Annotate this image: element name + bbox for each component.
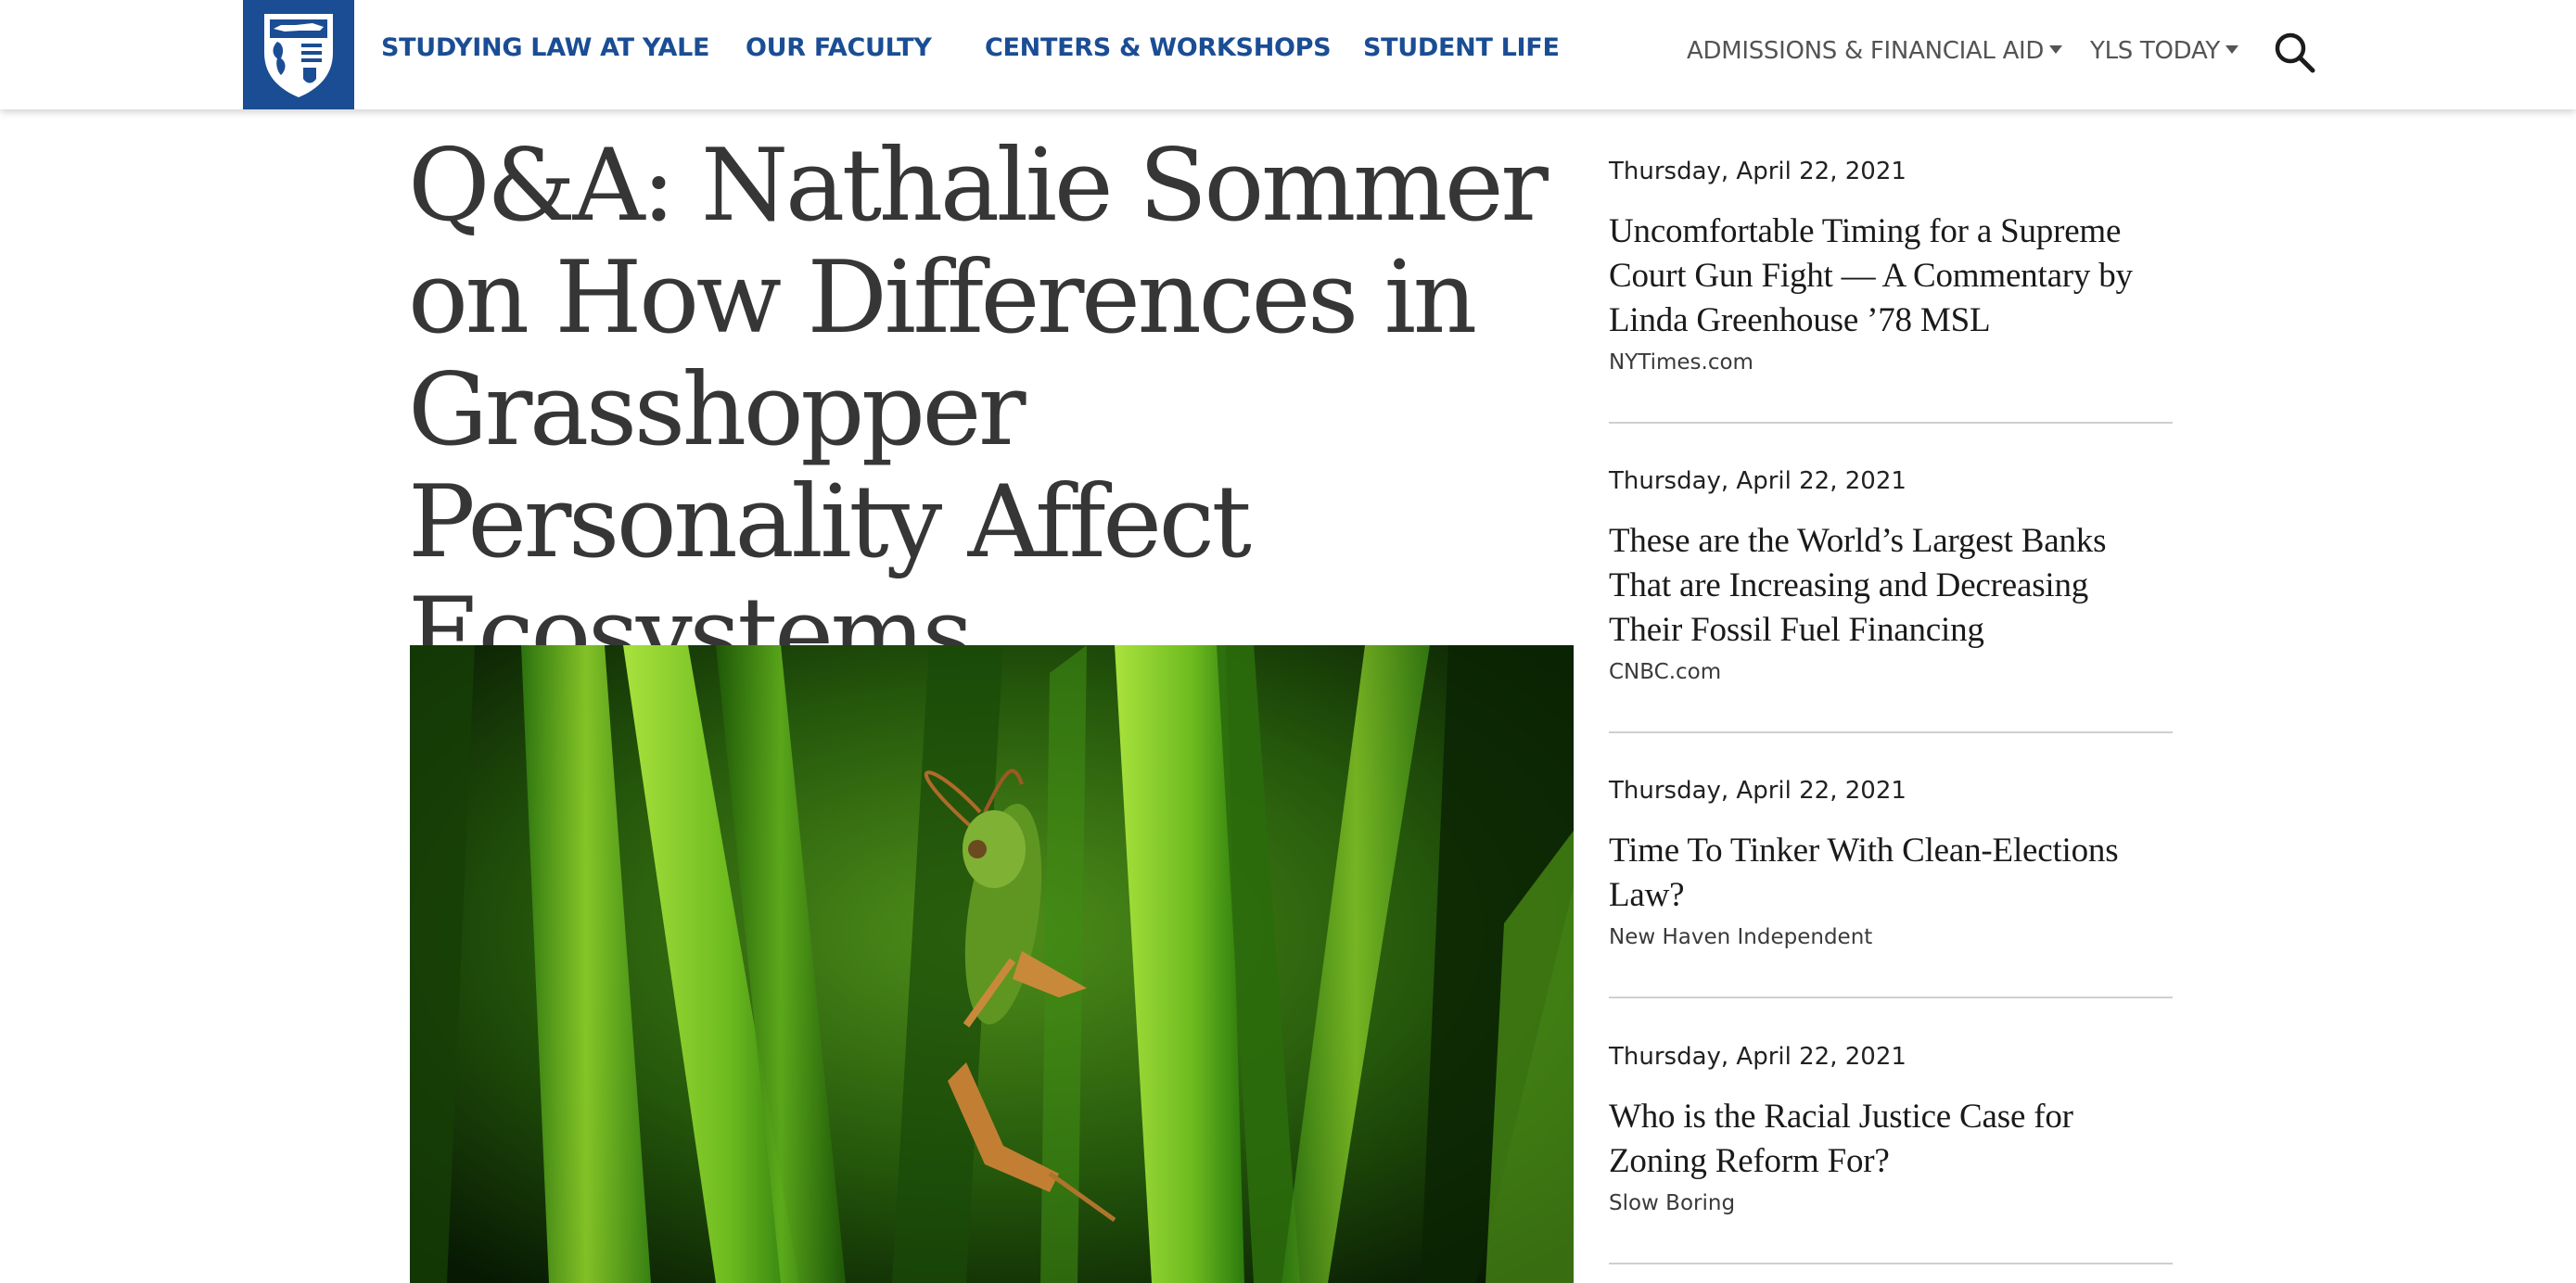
nav-yls-today[interactable]: YLS TODAY: [2090, 37, 2238, 65]
news-date: Thursday, April 22, 2021: [1609, 467, 1906, 495]
news-headline-link[interactable]: These are the World’s Largest Banks That…: [1609, 519, 2165, 653]
search-button[interactable]: [2272, 30, 2318, 76]
chevron-down-icon: [2049, 45, 2063, 54]
grasshopper-photo: [410, 645, 1574, 1283]
nav-student-life[interactable]: STUDENT LIFE: [1363, 33, 1560, 62]
nav-studying-law-at-yale[interactable]: STUDYING LAW AT YALE: [381, 33, 710, 62]
news-headline-link[interactable]: Uncomfortable Timing for a Supreme Court…: [1609, 210, 2165, 343]
news-date: Thursday, April 22, 2021: [1609, 158, 1906, 185]
chevron-down-icon: [2225, 45, 2238, 54]
news-source: CNBC.com: [1609, 660, 1722, 684]
news-headline-link[interactable]: Who is the Racial Justice Case for Zonin…: [1609, 1095, 2165, 1184]
article-title: Q&A: Nathalie Sommer on How Differences …: [408, 128, 1549, 692]
news-date: Thursday, April 22, 2021: [1609, 777, 1906, 805]
search-icon: [2275, 32, 2315, 73]
news-headline-link[interactable]: Time To Tinker With Clean-Elections Law?: [1609, 829, 2165, 918]
divider: [1609, 422, 2173, 424]
site-header: STUDYING LAW AT YALE OUR FACULTY CENTERS…: [0, 0, 2576, 109]
yale-law-logo[interactable]: [243, 0, 354, 109]
divider: [1609, 1263, 2173, 1264]
divider: [1609, 997, 2173, 998]
nav-our-faculty[interactable]: OUR FACULTY: [746, 33, 932, 62]
news-date: Thursday, April 22, 2021: [1609, 1043, 1906, 1071]
nav-admissions-financial-aid[interactable]: ADMISSIONS & FINANCIAL AID: [1687, 37, 2063, 65]
news-source: Slow Boring: [1609, 1191, 1736, 1215]
yale-law-shield-icon: [264, 14, 333, 97]
nav-admissions-label: ADMISSIONS & FINANCIAL AID: [1687, 37, 2045, 65]
news-source: NYTimes.com: [1609, 350, 1753, 375]
divider: [1609, 731, 2173, 733]
news-source: New Haven Independent: [1609, 925, 1873, 949]
hero-image: [410, 645, 1574, 1283]
nav-yls-today-label: YLS TODAY: [2090, 37, 2220, 65]
nav-centers-workshops[interactable]: CENTERS & WORKSHOPS: [985, 33, 1332, 62]
